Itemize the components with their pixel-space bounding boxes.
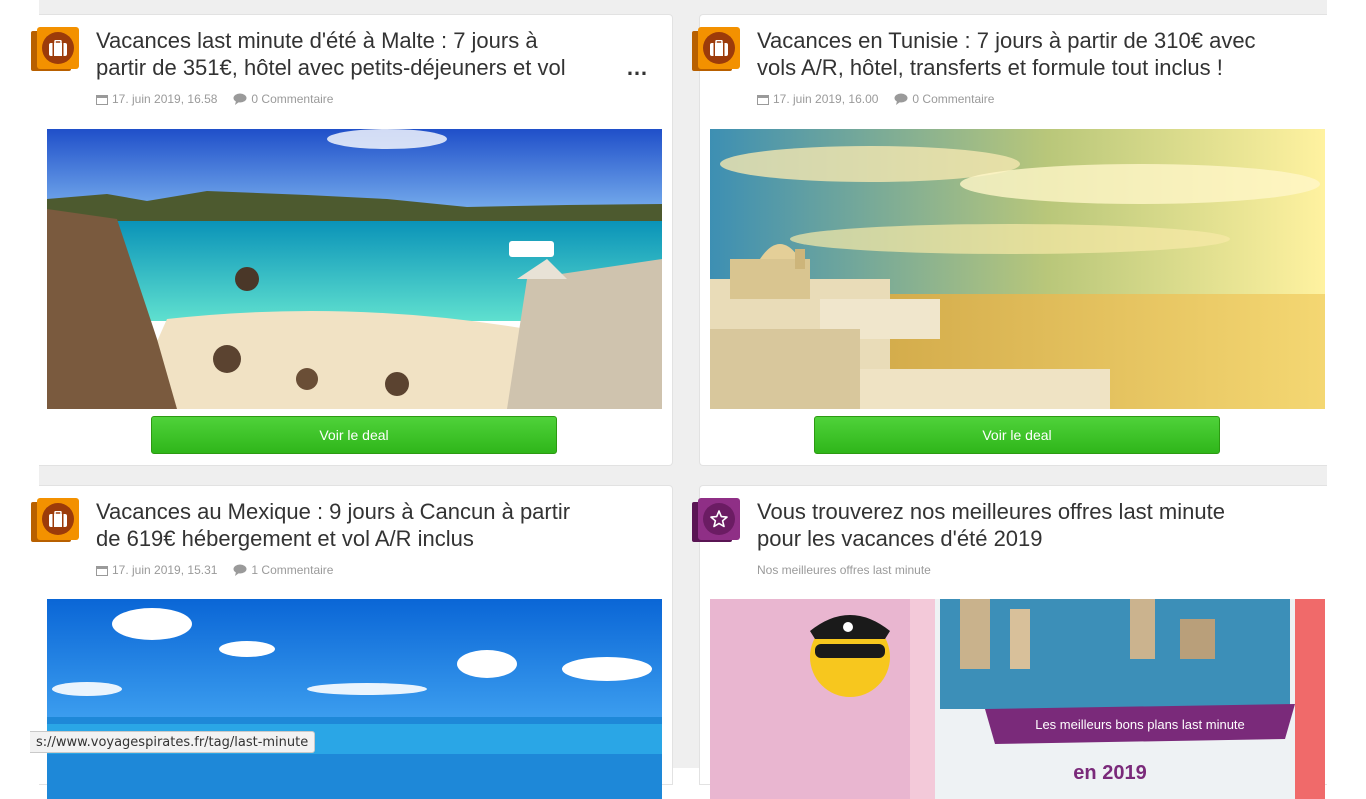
post-meta: 17. juin 2019, 15.31 1 Commentaire [96, 563, 333, 577]
calendar-icon [96, 94, 108, 105]
category-badge[interactable] [31, 27, 79, 73]
comment-count[interactable]: 0 Commentaire [251, 92, 333, 106]
deal-title[interactable]: Vacances last minute d'été à Malte : 7 j… [96, 27, 656, 81]
calendar-icon [757, 94, 769, 105]
suitcase-icon [49, 511, 67, 527]
deal-image-malta-beach[interactable] [47, 129, 662, 409]
deals-grid: Vacances last minute d'été à Malte : 7 j… [31, 0, 1327, 799]
see-deal-button[interactable]: Voir le deal [814, 416, 1220, 454]
post-meta: 17. juin 2019, 16.58 0 Commentaire [96, 92, 333, 106]
promo-card-last-minute: Vous trouverez nos meilleures offres las… [692, 485, 1327, 799]
comment-icon [233, 93, 247, 105]
status-bar-url: s://www.voyagespirates.fr/tag/last-minut… [30, 731, 316, 753]
banner-year-text: en 2019 [1073, 762, 1146, 784]
post-date: 17. juin 2019, 16.00 [773, 92, 879, 106]
category-badge[interactable] [692, 498, 740, 544]
promo-banner-image[interactable]: Les meilleurs bons plans last minute en … [710, 599, 1325, 799]
deal-card-tunisia: Vacances en Tunisie : 7 jours à partir d… [692, 14, 1327, 466]
deal-image-cancun-sea[interactable] [47, 599, 662, 799]
deal-card-malta: Vacances last minute d'été à Malte : 7 j… [31, 14, 673, 466]
promo-subtitle: Nos meilleures offres last minute [757, 563, 931, 577]
deal-image-tunisia-sunset[interactable] [710, 129, 1325, 409]
banner-ribbon-text: Les meilleurs bons plans last minute [1035, 717, 1245, 732]
post-meta: 17. juin 2019, 16.00 0 Commentaire [757, 92, 994, 106]
category-badge[interactable] [31, 498, 79, 544]
deal-title[interactable]: Vacances en Tunisie : 7 jours à partir d… [757, 27, 1317, 81]
title-ellipsis: … [626, 55, 648, 80]
category-badge[interactable] [692, 27, 740, 73]
comment-count[interactable]: 0 Commentaire [912, 92, 994, 106]
comment-icon [233, 564, 247, 576]
suitcase-icon [49, 40, 67, 56]
deal-title[interactable]: Vacances au Mexique : 9 jours à Cancun à… [96, 498, 656, 552]
post-date: 17. juin 2019, 15.31 [112, 563, 218, 577]
suitcase-icon [710, 40, 728, 56]
comment-count[interactable]: 1 Commentaire [251, 563, 333, 577]
comment-icon [894, 93, 908, 105]
star-icon [710, 510, 728, 528]
see-deal-button[interactable]: Voir le deal [151, 416, 557, 454]
promo-title[interactable]: Vous trouverez nos meilleures offres las… [757, 498, 1317, 552]
calendar-icon [96, 565, 108, 576]
post-date: 17. juin 2019, 16.58 [112, 92, 218, 106]
